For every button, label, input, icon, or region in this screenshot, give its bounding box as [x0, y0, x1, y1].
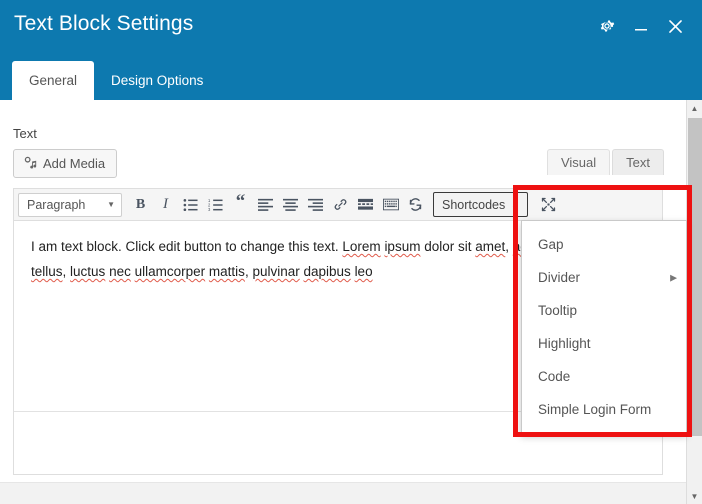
- misspelled-word: mattis: [209, 264, 245, 279]
- menu-item-label: Divider: [538, 270, 580, 285]
- add-media-button[interactable]: Add Media: [13, 149, 117, 178]
- read-more-icon[interactable]: [353, 192, 378, 218]
- tab-general-label: General: [29, 73, 77, 88]
- italic-icon[interactable]: I: [153, 192, 178, 218]
- shortcodes-button[interactable]: Shortcodes ▲: [433, 192, 528, 217]
- numbered-list-icon[interactable]: 1 2 3: [203, 192, 228, 218]
- toolbar-toggle-icon[interactable]: [378, 192, 403, 218]
- misspelled-word: ullamcorper: [135, 264, 206, 279]
- menu-item-label: Code: [538, 369, 570, 384]
- italic-label: I: [163, 196, 168, 213]
- tab-design-options[interactable]: Design Options: [94, 61, 220, 100]
- misspelled-word: leo: [355, 264, 373, 279]
- text-fragment: ,: [63, 264, 71, 279]
- svg-text:3: 3: [208, 207, 211, 212]
- panel-footer: [0, 482, 686, 504]
- bold-label: B: [136, 197, 145, 213]
- minimize-icon[interactable]: [630, 14, 652, 38]
- paragraph-format-select[interactable]: Paragraph ▼: [18, 193, 122, 217]
- shortcodes-dropdown-menu: Gap Divider ▶ Tooltip Highlight Code Sim…: [521, 220, 687, 434]
- tab-general[interactable]: General: [12, 61, 94, 100]
- paragraph-format-value: Paragraph: [27, 198, 85, 212]
- text-fragment: dolor sit: [420, 239, 475, 254]
- menu-item-code[interactable]: Code: [522, 360, 686, 393]
- insert-link-icon[interactable]: [328, 192, 353, 218]
- chevron-right-icon: ▶: [670, 273, 677, 282]
- menu-item-label: Tooltip: [538, 303, 577, 318]
- text-fragment: I am text block. Click edit button to ch…: [31, 239, 342, 254]
- menu-item-label: Simple Login Form: [538, 402, 651, 417]
- window-controls: [596, 14, 686, 38]
- scrollbar-thumb[interactable]: [688, 118, 702, 436]
- text-fragment: ,: [505, 239, 513, 254]
- text-block-settings-modal: Text Block Settings: [0, 0, 702, 504]
- menu-item-simple-login-form[interactable]: Simple Login Form: [522, 393, 686, 426]
- text-field-label: Text: [13, 126, 37, 141]
- modal-tabs: General Design Options: [12, 61, 220, 100]
- misspelled-word: nec: [109, 264, 131, 279]
- menu-item-tooltip[interactable]: Tooltip: [522, 294, 686, 327]
- tab-text-label: Text: [626, 155, 650, 170]
- misspelled-word: pulvinar: [252, 264, 299, 279]
- editor-mode-tabs: Visual Text: [547, 149, 664, 175]
- align-left-icon[interactable]: [253, 192, 278, 218]
- page-title: Text Block Settings: [14, 12, 193, 36]
- close-icon[interactable]: [664, 14, 686, 38]
- bulleted-list-icon[interactable]: [178, 192, 203, 218]
- tab-visual-label: Visual: [561, 155, 596, 170]
- tab-design-options-label: Design Options: [111, 73, 203, 88]
- align-center-icon[interactable]: [278, 192, 303, 218]
- modal-header: Text Block Settings: [0, 0, 702, 100]
- menu-item-highlight[interactable]: Highlight: [522, 327, 686, 360]
- shortcodes-label: Shortcodes: [442, 198, 505, 212]
- blockquote-icon[interactable]: “: [228, 189, 253, 221]
- menu-item-label: Gap: [538, 237, 564, 252]
- chevron-up-icon: ▲: [511, 201, 519, 209]
- gear-icon[interactable]: [596, 14, 618, 38]
- tab-visual[interactable]: Visual: [547, 149, 610, 175]
- undo-icon[interactable]: [403, 192, 428, 218]
- menu-item-gap[interactable]: Gap: [522, 228, 686, 261]
- chevron-down-icon: ▼: [107, 200, 115, 209]
- misspelled-word: ipsum: [384, 239, 420, 254]
- misspelled-word: amet: [475, 239, 505, 254]
- menu-item-label: Highlight: [538, 336, 591, 351]
- scroll-down-icon[interactable]: ▼: [687, 488, 702, 504]
- editor-toolbar: Paragraph ▼ B I: [14, 189, 662, 221]
- misspelled-word: tellus: [31, 264, 63, 279]
- vertical-scrollbar[interactable]: ▲ ▼: [686, 100, 702, 504]
- align-right-icon[interactable]: [303, 192, 328, 218]
- misspelled-word: luctus: [70, 264, 105, 279]
- misspelled-word: dapibus: [304, 264, 351, 279]
- tab-text[interactable]: Text: [612, 149, 664, 175]
- menu-item-divider[interactable]: Divider ▶: [522, 261, 686, 294]
- media-icon: [23, 155, 37, 172]
- scroll-up-icon[interactable]: ▲: [687, 100, 702, 116]
- misspelled-word: Lorem: [342, 239, 380, 254]
- fullscreen-icon[interactable]: [534, 192, 562, 218]
- add-media-label: Add Media: [43, 157, 105, 170]
- bold-icon[interactable]: B: [128, 192, 153, 218]
